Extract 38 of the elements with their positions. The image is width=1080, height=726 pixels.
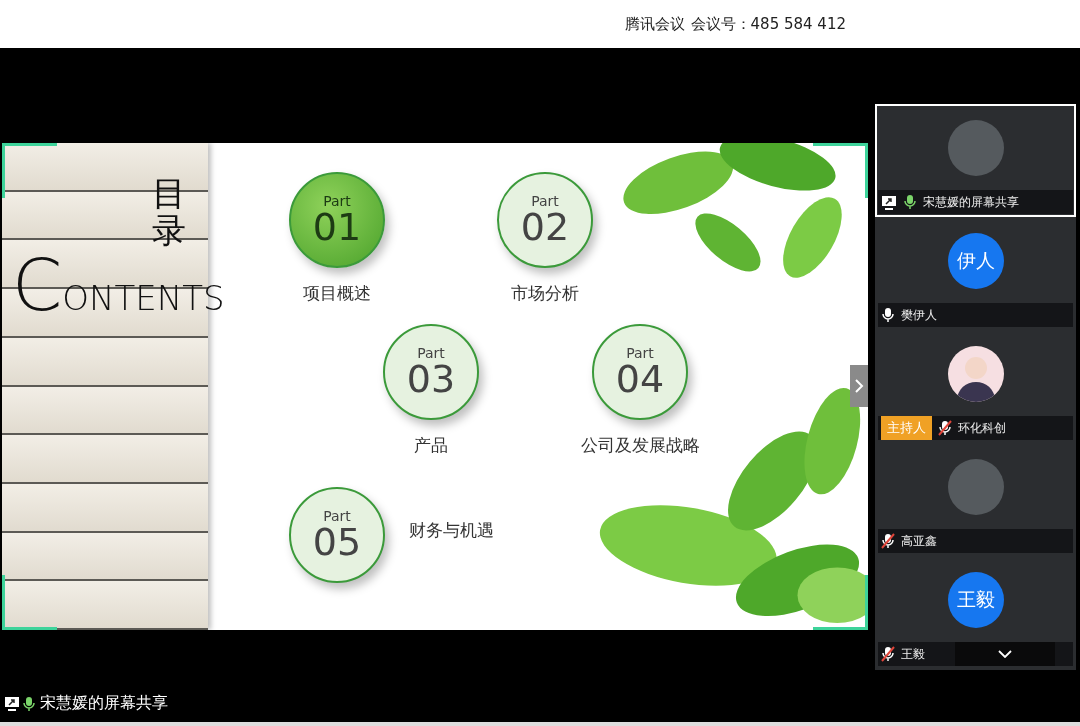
participant-name: 樊伊人: [901, 306, 937, 324]
part-label: 项目概述: [303, 282, 371, 305]
part-tag: Part: [531, 194, 559, 208]
part-label: 产品: [414, 434, 448, 457]
part-number: 05: [312, 523, 362, 561]
part-number: 03: [406, 360, 456, 398]
avatar: 伊人: [947, 233, 1004, 289]
corner-bracket: [2, 143, 57, 198]
participant-tile[interactable]: 主持人 环化科创: [875, 330, 1076, 443]
chevron-right-icon: [854, 379, 864, 393]
screen-share-label: 宋慧媛的屏幕共享: [40, 693, 168, 714]
meeting-id: 会议号：485 584 412: [690, 14, 846, 34]
part-number: 04: [615, 360, 665, 398]
corner-bracket: [813, 143, 868, 198]
part-label: 公司及发展战略: [580, 434, 700, 457]
host-badge: 主持人: [881, 416, 932, 440]
chevron-down-icon: [998, 650, 1012, 658]
part-number: 02: [520, 208, 570, 246]
part-tag: Part: [323, 194, 351, 208]
part-number: 01: [312, 208, 362, 246]
participant-name: 宋慧媛的屏幕共享: [923, 193, 1019, 211]
corner-bracket: [2, 575, 57, 630]
avatar: 王毅: [947, 572, 1004, 628]
participant-tile[interactable]: 宋慧媛的屏幕共享: [875, 104, 1076, 217]
participant-name: 王毅: [901, 645, 925, 663]
participant-name: 环化科创: [958, 419, 1006, 437]
participant-name: 高亚鑫: [901, 532, 937, 550]
participant-tile[interactable]: 王毅 王毅: [875, 556, 1076, 669]
part-tag: Part: [626, 346, 654, 360]
part-label: 财务与机遇: [409, 519, 494, 542]
part-tag: Part: [323, 509, 351, 523]
participant-tile[interactable]: 伊人 樊伊人: [875, 217, 1076, 330]
app-name: 腾讯会议: [624, 14, 685, 34]
part-tag: Part: [417, 346, 445, 360]
corner-bracket: [813, 575, 868, 630]
participant-tile[interactable]: 高亚鑫: [875, 443, 1076, 556]
part-label: 市场分析: [511, 282, 579, 305]
next-slide-button[interactable]: [850, 365, 868, 407]
